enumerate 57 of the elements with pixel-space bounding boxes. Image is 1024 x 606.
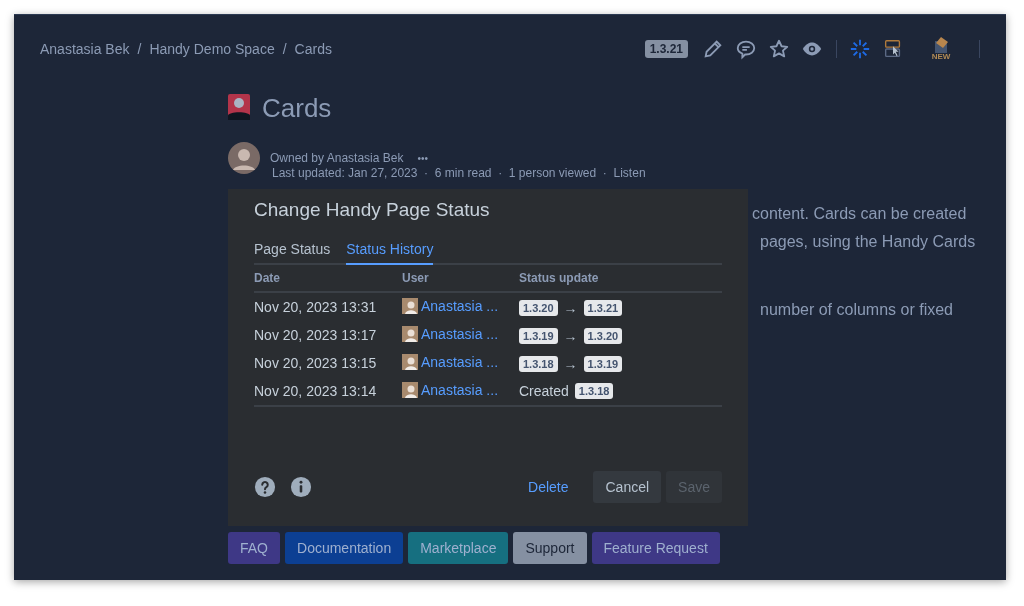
version-badge: 1.3.20 (583, 327, 623, 344)
star-icon[interactable] (768, 38, 790, 60)
user-link[interactable]: Anastasia ... (402, 381, 499, 398)
link-button[interactable]: FAQ (228, 532, 280, 564)
version-badge: 1.3.18 (519, 355, 558, 372)
tab[interactable]: Status History (346, 239, 434, 265)
avatar-icon (402, 381, 418, 398)
page-meta: Last updated: Jan 27, 2023 · 6 min read · 1 person viewed · Listen (272, 166, 647, 180)
date-cell: Nov 20, 2023 13:17 (254, 327, 377, 343)
breadcrumb-link[interactable]: Cards (294, 41, 332, 57)
dialog-title: Change Handy Page Status (254, 198, 490, 222)
delete-link[interactable]: Delete (516, 471, 581, 503)
version-badge[interactable]: 1.3.21 (644, 40, 688, 58)
more-menu[interactable]: ••• (417, 152, 428, 164)
column-header: Date (254, 271, 280, 285)
comment-icon[interactable] (735, 38, 757, 60)
status-label: Created (519, 383, 569, 399)
dialog-button[interactable]: Cancel (593, 471, 662, 503)
user-link[interactable]: Anastasia ... (402, 325, 499, 342)
user-link[interactable]: Anastasia ... (402, 297, 499, 314)
link-button[interactable]: Feature Request (591, 532, 720, 564)
date-cell: Nov 20, 2023 13:14 (254, 383, 377, 399)
column-header: User (402, 271, 429, 285)
paragraph-text: content. Cards can be created (752, 204, 968, 224)
help-icon[interactable] (254, 476, 276, 498)
breadcrumb-separator: / (282, 41, 287, 57)
breadcrumb-link[interactable]: Anastasia Bek (40, 41, 130, 57)
breadcrumb-separator: / (137, 41, 142, 57)
paragraph-text: number of columns or fixed (760, 300, 954, 320)
page-title: Cards (262, 92, 332, 124)
arrow-text: → (563, 355, 578, 372)
card-icon (228, 94, 250, 122)
pencil-icon[interactable] (702, 38, 724, 60)
owner-label: Owned by Anastasia Bek (270, 151, 404, 165)
date-cell: Nov 20, 2023 13:31 (254, 299, 377, 315)
avatar-icon[interactable] (228, 142, 260, 174)
link-button[interactable]: Support (513, 532, 587, 564)
column-header: Status update (519, 271, 599, 285)
avatar-icon (402, 353, 418, 370)
user-link[interactable]: Anastasia ... (402, 353, 499, 370)
link-button[interactable]: Marketplace (408, 532, 509, 564)
info-icon[interactable] (290, 476, 312, 498)
avatar-icon (402, 325, 418, 342)
date-cell: Nov 20, 2023 13:15 (254, 355, 377, 371)
arrow-text: → (563, 327, 578, 344)
sparkle-icon[interactable] (849, 38, 871, 60)
link-button[interactable]: Documentation (285, 532, 404, 564)
tab[interactable]: Page Status (254, 239, 331, 265)
avatar-icon (402, 297, 418, 314)
arrow-text: → (563, 299, 578, 316)
version-badge: 1.3.18 (574, 383, 614, 399)
version-badge: 1.3.20 (519, 299, 558, 316)
paragraph-text: pages, using the Handy Cards (760, 232, 977, 252)
version-badge: 1.3.19 (583, 355, 623, 372)
breadcrumb-link[interactable]: Handy Demo Space (149, 41, 275, 57)
version-badge: 1.3.21 (583, 299, 623, 316)
version-badge: 1.3.19 (519, 327, 558, 344)
